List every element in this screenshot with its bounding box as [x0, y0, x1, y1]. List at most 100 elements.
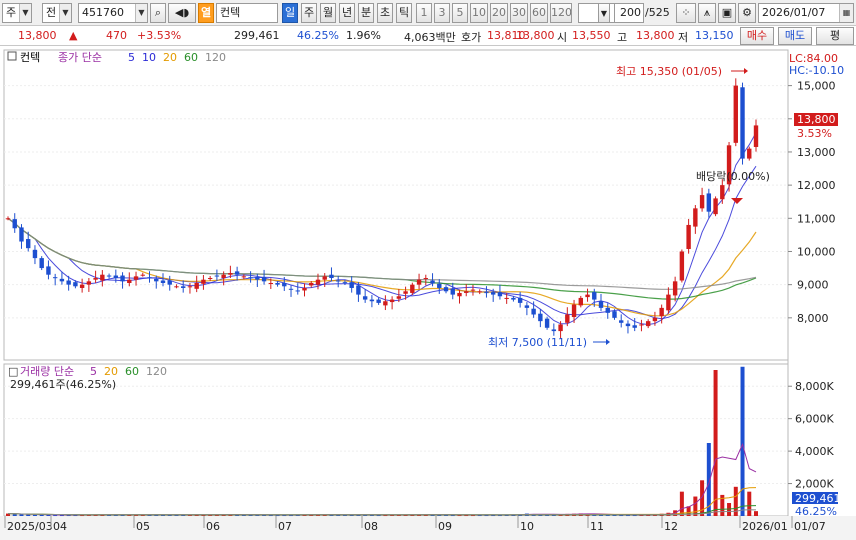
high-marker-label: 최고 15,350 (01/05)	[616, 65, 722, 78]
interval-tab-120[interactable]: 120	[550, 3, 572, 23]
period-tab-1[interactable]: 주	[301, 3, 317, 23]
volume-current-text: 299,461주(46.25%)	[10, 378, 116, 391]
volume-ratio: 46.25%	[297, 29, 339, 42]
chevron-down-icon: ▼	[135, 4, 147, 22]
candle-body	[302, 287, 307, 291]
interval-tab-30[interactable]: 30	[510, 3, 528, 23]
eval-button[interactable]: 평	[816, 27, 854, 45]
candle-body	[490, 292, 496, 295]
candle-body	[585, 294, 590, 298]
candle-body	[167, 280, 172, 285]
dividend-label: 배당락(0.00%)	[696, 170, 770, 183]
price-tick-label: 10,000	[797, 245, 836, 258]
sound-button[interactable]: ◀◗	[168, 3, 196, 23]
chart-add-button[interactable]: ⩚	[698, 3, 716, 23]
buy-button[interactable]: 매수	[740, 27, 774, 45]
grid-button[interactable]: ⁘	[676, 3, 696, 23]
interval-tab-10[interactable]: 10	[470, 3, 488, 23]
candle-body	[362, 296, 368, 300]
volume-current-value: 299,461	[795, 492, 841, 505]
period-tab-4[interactable]: 분	[358, 3, 374, 23]
speaker-icon: ◀◗	[174, 6, 190, 19]
eval-label: 평	[829, 29, 841, 42]
ma-legend-5: 5	[128, 51, 135, 64]
ask-price: 13,800	[516, 29, 555, 42]
market-select[interactable]: 주 ▼	[2, 3, 32, 23]
gear-icon: ⚙	[742, 6, 752, 19]
candle-body	[396, 296, 402, 299]
count-input[interactable]: 200	[614, 3, 644, 23]
candle-body	[342, 282, 348, 284]
candle-body	[120, 275, 125, 282]
period-tab-6[interactable]: 틱	[396, 3, 412, 23]
date-input[interactable]: 2026/01/07 ▦	[758, 3, 854, 23]
x-axis-label: 12	[664, 520, 678, 533]
candle-body	[544, 318, 550, 328]
volume: 299,461	[234, 29, 280, 42]
period-tab-3[interactable]: 년	[339, 3, 355, 23]
candle-body	[666, 294, 671, 311]
vol-legend-icon: □	[8, 365, 18, 378]
interval-tab-60[interactable]: 60	[530, 3, 548, 23]
candle-body	[207, 278, 213, 280]
interval-tab-5[interactable]: 5	[452, 3, 468, 23]
candle-body	[645, 321, 651, 327]
candle-body	[578, 297, 583, 306]
price-tick-label: 15,000	[797, 80, 836, 93]
candle-body	[511, 297, 516, 300]
search-button[interactable]: ⌕	[150, 3, 166, 23]
candle-body	[315, 279, 321, 285]
chevron-down-icon[interactable]: ▼	[598, 3, 610, 23]
candle-body	[106, 275, 112, 277]
candle-body	[410, 284, 415, 293]
low-price: 13,150	[695, 29, 734, 42]
candle-body	[93, 278, 98, 280]
candle-body	[443, 287, 449, 292]
candle-body	[470, 289, 476, 291]
x-axis-bar	[0, 516, 856, 540]
price-chart[interactable]: 컨텍 종가 단순 5 10 20 60 120 LC:84.00 HC:-10.10 1…	[0, 46, 856, 540]
candle-body	[369, 299, 375, 302]
candle-body	[228, 273, 233, 275]
period-tab-0[interactable]: 일	[282, 3, 298, 23]
price-change: 470	[106, 29, 127, 42]
candle-body	[538, 313, 543, 322]
interval-tab-1[interactable]: 1	[416, 3, 432, 23]
candle-body	[477, 291, 482, 293]
interval-tab-20[interactable]: 20	[490, 3, 508, 23]
candle-body	[140, 274, 145, 276]
volume-bar	[754, 511, 758, 516]
sell-button[interactable]: 매도	[778, 27, 812, 45]
up-arrow-icon: ▲	[69, 29, 78, 42]
candle-body	[376, 299, 381, 303]
current-price: 13,800	[18, 29, 57, 42]
window-button[interactable]: ▣	[718, 3, 736, 23]
stock-code-input[interactable]: 451760 ▼	[78, 3, 148, 23]
candle-body	[551, 329, 557, 332]
volume-y-ticks: 8,000K 6,000K 4,000K 2,000K	[788, 380, 834, 491]
period-tab-5[interactable]: 초	[377, 3, 393, 23]
count-value: 200	[620, 6, 641, 19]
type-select[interactable]: 전 ▼	[42, 3, 72, 23]
x-axis-label: 08	[364, 520, 378, 533]
candle-body	[403, 291, 408, 294]
volume-ma-legend-120: 120	[146, 365, 167, 378]
settings-button[interactable]: ⚙	[738, 3, 756, 23]
candle-body	[282, 282, 287, 287]
interval-tab-3[interactable]: 3	[434, 3, 450, 23]
low-marker-label: 최저 7,500 (11/11)	[488, 336, 587, 349]
candle-body	[565, 314, 570, 323]
grid-icon: ⁘	[681, 6, 691, 19]
candle-body	[32, 249, 38, 259]
period-tab-2[interactable]: 월	[320, 3, 336, 23]
candle-body	[73, 282, 78, 287]
candle-body	[12, 219, 17, 229]
candle-body	[679, 251, 685, 281]
search-icon: ⌕	[154, 6, 162, 19]
stock-name-field[interactable]: 컨텍	[216, 3, 278, 23]
quote-bar: 13,800 ▲ 470 +3.53% 299,461 46.25% 1.96%…	[0, 26, 856, 46]
price-tick-label: 11,000	[797, 212, 836, 225]
candle-body	[160, 280, 166, 283]
candle-body	[416, 279, 422, 285]
x-axis-label: 07	[278, 520, 292, 533]
